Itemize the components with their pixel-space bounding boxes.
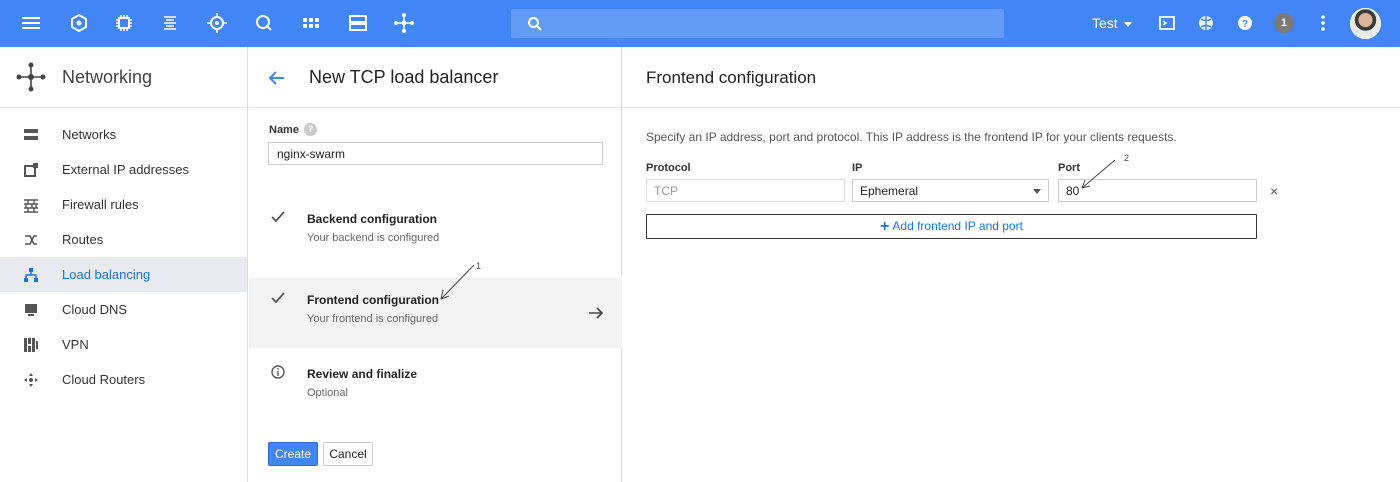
chevron-down-icon — [1123, 21, 1132, 27]
arrow-right-icon — [588, 305, 604, 321]
sidebar-item-label: Routes — [62, 232, 104, 247]
name-label: Name — [269, 124, 299, 136]
sidebar-item-cloud-dns[interactable]: Cloud DNS — [0, 292, 247, 327]
external-ip-icon — [23, 162, 39, 178]
check-icon — [270, 209, 286, 225]
sidebar-item-external-ip[interactable]: External IP addresses — [0, 152, 247, 187]
q-icon[interactable] — [253, 12, 275, 34]
add-frontend-button[interactable]: + Add frontend IP and port — [646, 214, 1257, 239]
step-title: Review and finalize — [307, 367, 418, 381]
ip-select[interactable]: Ephemeral — [852, 179, 1049, 202]
chip-icon[interactable] — [113, 12, 135, 34]
step-title: Backend configuration — [307, 212, 438, 226]
sidebar-item-label: Cloud DNS — [62, 302, 128, 317]
grid-icon[interactable] — [300, 12, 322, 34]
sidebar-item-label: VPN — [62, 337, 89, 352]
network-icon[interactable] — [393, 12, 415, 34]
wizard-panel: New TCP load balancer Name ? Backend con… — [249, 47, 622, 482]
target-icon[interactable] — [206, 12, 228, 34]
server-icon[interactable] — [347, 12, 369, 34]
plus-icon: + — [880, 218, 890, 235]
sidebar-item-label: Load balancing — [62, 267, 151, 282]
router-icon — [23, 372, 39, 388]
step-subtitle: Optional — [307, 387, 348, 399]
networking-logo-icon — [15, 61, 47, 93]
name-input[interactable] — [268, 142, 603, 165]
sidebar-item-vpn[interactable]: VPN — [0, 327, 247, 362]
activity-icon[interactable] — [1195, 12, 1217, 34]
annotation-label-2: 2 — [1124, 153, 1130, 163]
check-icon — [270, 290, 286, 306]
avatar[interactable] — [1350, 8, 1381, 39]
svg-text:?: ? — [1242, 19, 1248, 30]
step-subtitle: Your backend is configured — [307, 232, 440, 244]
panel-description: Specify an IP address, port and protocol… — [646, 130, 1177, 144]
top-bar: Test ? 1 — [0, 0, 1400, 47]
help-icon[interactable]: ? — [1234, 12, 1256, 34]
notification-badge[interactable]: 1 — [1274, 13, 1294, 33]
sidebar: Networking Networks External IP addresse… — [0, 47, 248, 482]
sidebar-header: Networking — [0, 47, 247, 108]
protocol-field: TCP — [646, 179, 845, 202]
list-icon[interactable] — [159, 12, 181, 34]
panel-header: Frontend configuration — [623, 47, 1400, 108]
step-review[interactable]: Review and finalize Optional — [249, 352, 622, 422]
sidebar-item-load-balancing[interactable]: Load balancing — [0, 257, 247, 292]
info-icon — [270, 364, 286, 380]
cancel-button[interactable]: Cancel — [323, 442, 373, 466]
help-icon[interactable]: ? — [304, 123, 317, 136]
project-name: Test — [1092, 15, 1118, 31]
sidebar-item-label: External IP addresses — [62, 162, 189, 177]
protocol-label: Protocol — [646, 162, 691, 174]
sidebar-item-cloud-routers[interactable]: Cloud Routers — [0, 362, 247, 397]
load-balancing-icon — [23, 267, 39, 283]
dns-icon — [23, 302, 39, 318]
sidebar-item-label: Cloud Routers — [62, 372, 146, 387]
routes-icon — [23, 232, 39, 248]
step-title: Frontend configuration — [307, 293, 439, 307]
cloud-shell-icon[interactable] — [1156, 12, 1178, 34]
protocol-value: TCP — [654, 184, 678, 198]
sidebar-item-networks[interactable]: Networks — [0, 117, 247, 152]
annotation-label-1: 1 — [476, 261, 482, 271]
sidebar-item-label: Networks — [62, 127, 117, 142]
frontend-config-panel: Frontend configuration Specify an IP add… — [623, 47, 1400, 482]
search-icon — [527, 16, 543, 32]
step-subtitle: Your frontend is configured — [307, 313, 439, 325]
sidebar-item-label: Firewall rules — [62, 197, 139, 212]
add-frontend-label: Add frontend IP and port — [892, 219, 1023, 233]
ip-label: IP — [852, 162, 863, 174]
back-arrow-icon[interactable] — [265, 67, 287, 89]
create-button[interactable]: Create — [268, 442, 318, 466]
hexagon-icon[interactable] — [68, 12, 90, 34]
sidebar-item-routes[interactable]: Routes — [0, 222, 247, 257]
project-selector[interactable]: Test — [1092, 15, 1132, 31]
firewall-icon — [23, 197, 39, 213]
vpn-icon — [23, 337, 39, 353]
wizard-header: New TCP load balancer — [249, 47, 621, 108]
ip-value: Ephemeral — [860, 184, 919, 198]
menu-icon[interactable] — [20, 12, 42, 34]
sidebar-item-firewall[interactable]: Firewall rules — [0, 187, 247, 222]
chevron-down-icon — [1033, 189, 1041, 194]
networks-icon — [23, 127, 39, 143]
sidebar-title: Networking — [62, 67, 153, 87]
panel-title: Frontend configuration — [646, 68, 817, 87]
remove-icon[interactable]: × — [1270, 183, 1278, 199]
more-vert-icon[interactable] — [1312, 12, 1334, 34]
search-bar[interactable] — [511, 9, 1004, 38]
page-title: New TCP load balancer — [309, 67, 499, 87]
